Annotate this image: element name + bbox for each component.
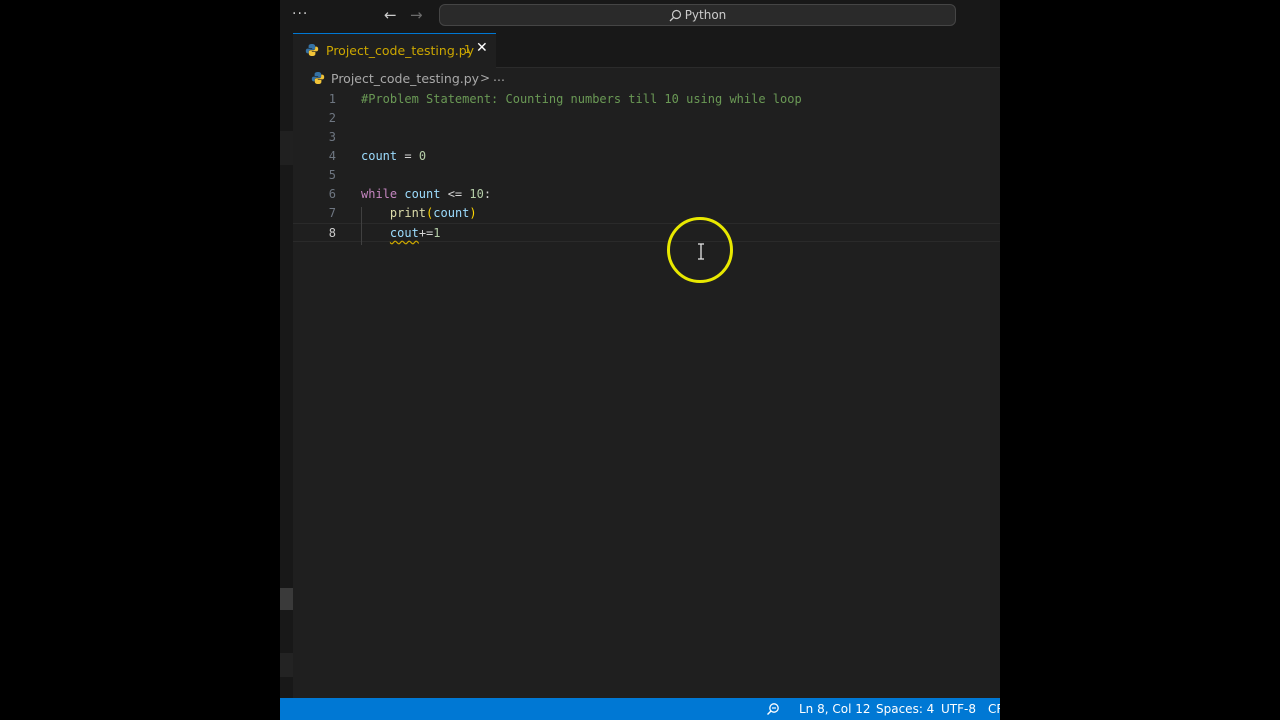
text-cursor-icon <box>698 243 704 260</box>
code-text: while count <= 10: <box>361 185 491 204</box>
encoding-setting[interactable]: UTF-8 <box>941 702 976 716</box>
back-arrow-icon[interactable]: ← <box>384 6 397 24</box>
code-line: 1 #Problem Statement: Counting numbers t… <box>293 90 1000 109</box>
line-number: 3 <box>328 130 336 144</box>
undefined-variable-token: cout <box>389 226 419 240</box>
variable-token: count <box>433 206 470 220</box>
operator-token: += <box>418 226 434 240</box>
code-editor[interactable]: 1 #Problem Statement: Counting numbers t… <box>293 90 1000 698</box>
editor-tab-bar: Project_code_testing.py 1 ✕ <box>293 33 1000 68</box>
code-text: print(count) <box>361 204 477 223</box>
menu-more-icon[interactable]: ··· <box>292 6 308 22</box>
code-text: cout+=1 <box>361 224 441 243</box>
end-of-line-setting[interactable]: CR <box>988 702 1000 716</box>
code-line: 3 <box>293 128 1000 147</box>
python-file-icon <box>311 72 325 84</box>
activity-bar <box>280 33 293 698</box>
code-line-current: 8 cout+=1 <box>293 223 1000 242</box>
activity-item[interactable] <box>280 653 293 677</box>
command-center-label: Python <box>684 8 727 22</box>
forward-arrow-icon[interactable]: → <box>410 6 423 24</box>
line-number: 4 <box>328 149 336 163</box>
activity-item[interactable] <box>280 131 293 165</box>
number-token: 0 <box>418 149 427 163</box>
close-icon[interactable]: ✕ <box>476 40 488 56</box>
comment-token: #Problem Statement: Counting numbers til… <box>361 92 802 106</box>
line-number: 6 <box>328 187 336 201</box>
code-line: 7 print(count) <box>293 204 1000 223</box>
code-line: 5 <box>293 166 1000 185</box>
line-number: 8 <box>328 226 336 240</box>
operator-token: <= <box>440 187 470 201</box>
activity-item[interactable] <box>280 588 293 610</box>
chevron-right-icon: > <box>480 71 491 85</box>
variable-token: count <box>361 149 398 163</box>
code-text: count = 0 <box>361 147 426 166</box>
code-line: 6 while count <= 10: <box>293 185 1000 204</box>
title-bar: ··· ← → Python <box>280 0 1000 33</box>
number-token: 10 <box>469 187 484 201</box>
code-text: #Problem Statement: Counting numbers til… <box>361 90 802 109</box>
problems-count-badge: 1 <box>464 43 471 56</box>
tab-label: Project_code_testing.py <box>326 43 475 58</box>
search-icon <box>669 9 681 22</box>
tab-project-code-testing[interactable]: Project_code_testing.py 1 ✕ <box>293 33 496 68</box>
code-line: 2 <box>293 109 1000 128</box>
breadcrumb: Project_code_testing.py > ... <box>293 68 1000 90</box>
python-file-icon <box>305 44 319 56</box>
line-number: 5 <box>328 168 336 182</box>
command-center-search[interactable]: Python <box>439 4 956 26</box>
breadcrumb-file[interactable]: Project_code_testing.py <box>331 71 479 86</box>
variable-token: count <box>404 187 441 201</box>
line-number: 2 <box>328 111 336 125</box>
function-token: print <box>389 206 427 220</box>
keyword-token: while <box>361 187 398 201</box>
colon-token: : <box>483 187 492 201</box>
number-token: 1 <box>433 226 441 240</box>
line-number: 7 <box>328 206 336 220</box>
indentation-setting[interactable]: Spaces: 4 <box>876 702 934 716</box>
breadcrumb-more[interactable]: ... <box>493 69 505 84</box>
vscode-window: ··· ← → Python Project_code_testing.py 1… <box>280 0 1000 720</box>
line-number: 1 <box>328 92 336 106</box>
operator-token: = <box>397 149 419 163</box>
indent-guide <box>361 207 362 245</box>
code-line: 4 count = 0 <box>293 147 1000 166</box>
zoom-icon[interactable] <box>766 702 780 716</box>
status-bar: Ln 8, Col 12 Spaces: 4 UTF-8 CR <box>280 698 1000 720</box>
paren-token: ) <box>469 206 477 220</box>
cursor-position[interactable]: Ln 8, Col 12 <box>799 702 871 716</box>
